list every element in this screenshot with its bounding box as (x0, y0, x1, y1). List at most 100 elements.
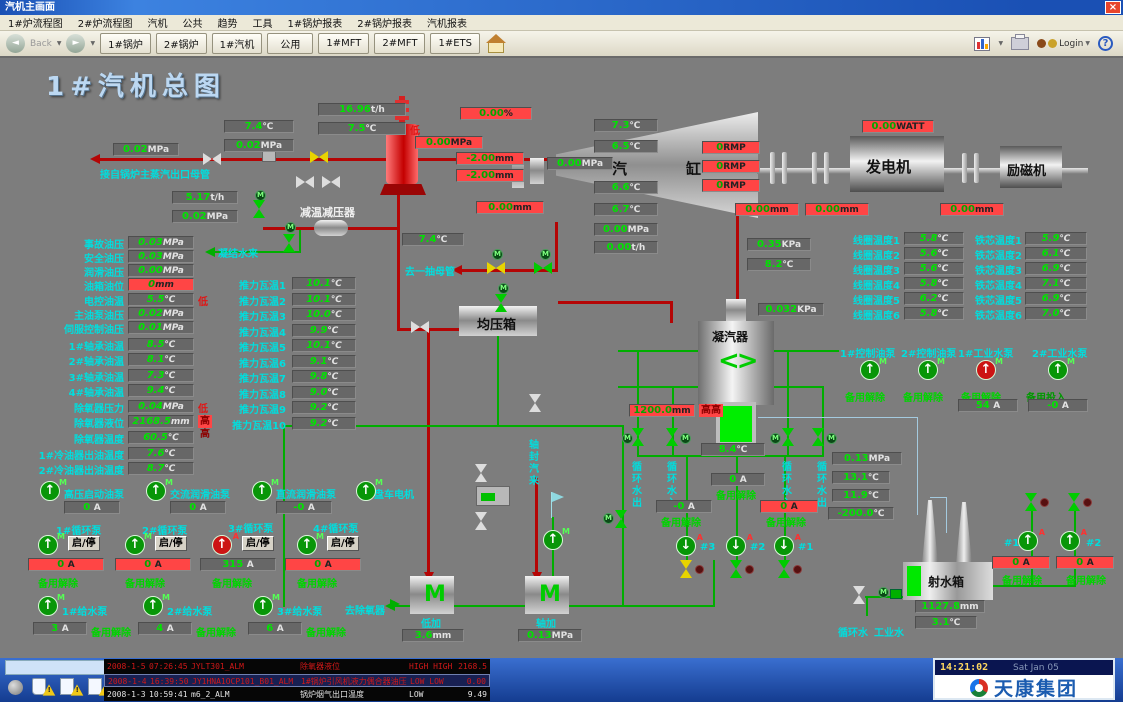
hp-startup-oil-pump[interactable] (40, 481, 60, 501)
gland-exhaust-fan[interactable] (543, 530, 563, 550)
forward-dropdown-icon[interactable]: ▼ (90, 40, 95, 47)
value-box: -200.0℃ (828, 507, 894, 520)
control-oil-pump-2[interactable] (918, 360, 938, 380)
valve-icon[interactable] (529, 394, 541, 412)
motor-valve-icon[interactable]: M (770, 433, 781, 444)
value-box: -0 A (276, 501, 332, 514)
cw-pump-3[interactable] (676, 536, 696, 556)
dc-lube-oil-pump[interactable] (252, 481, 272, 501)
motor-valve-icon[interactable]: M (603, 513, 614, 524)
alarm-row[interactable]: 2008-1-507:26:45JYLT301_ALM除氧器液位HIGH HIG… (104, 660, 490, 673)
menu-item-tools[interactable]: 工具 (253, 15, 273, 30)
main-steam-label: 接自锅炉主蒸汽出口母管 (100, 166, 210, 181)
feed-pump-3[interactable] (253, 596, 273, 616)
tab-turbine1[interactable]: 1#汽机 (212, 33, 263, 54)
tab-ets1[interactable]: 1#ETS (430, 33, 480, 54)
valve-icon[interactable] (1025, 493, 1037, 511)
circ-pump-3[interactable] (212, 535, 232, 555)
valve-icon[interactable] (666, 428, 678, 446)
coupling-icon (962, 153, 967, 183)
valve-icon[interactable] (730, 560, 742, 578)
back-button[interactable]: ◄ (6, 34, 25, 53)
tab-boiler2[interactable]: 2#锅炉 (156, 33, 207, 54)
start-stop-button[interactable]: 启/停 (68, 536, 100, 551)
start-stop-button[interactable]: 启/停 (155, 536, 187, 551)
valve-icon[interactable] (283, 234, 295, 252)
motor-valve-icon[interactable]: M (878, 587, 889, 598)
menu-item-trend[interactable]: 趋势 (218, 15, 238, 30)
menu-item-flow1[interactable]: 1#炉流程图 (8, 15, 63, 30)
pump-id: #2 (750, 542, 765, 553)
ac-lube-oil-pump[interactable] (146, 481, 166, 501)
login-button[interactable]: Login ▼ (1037, 39, 1090, 49)
valve-icon[interactable] (322, 176, 340, 188)
menu-item-report2[interactable]: 2#锅炉报表 (357, 15, 412, 30)
deaerator-label: 去除氧器 (345, 602, 385, 617)
close-icon[interactable]: × (1105, 1, 1121, 14)
motor-valve-icon[interactable]: M (492, 249, 503, 260)
chart-dropdown-icon[interactable]: ▼ (998, 40, 1003, 47)
printer-icon[interactable] (1011, 37, 1029, 50)
circ-pump-2[interactable] (125, 535, 145, 555)
circ-pump-4[interactable] (297, 535, 317, 555)
motor-valve-icon[interactable]: M (285, 222, 296, 233)
alarm-row[interactable]: 2008-1-310:59:41m6_2_ALM锅炉烟气出口温度LOW9.49 (104, 688, 490, 701)
cw-pump-2[interactable] (726, 536, 746, 556)
start-stop-button[interactable]: 启/停 (242, 536, 274, 551)
valve-icon[interactable] (296, 176, 314, 188)
help-icon[interactable]: ? (1098, 36, 1113, 51)
valve-icon[interactable] (782, 428, 794, 446)
valve-icon[interactable] (253, 200, 265, 218)
jet-pump-1[interactable] (1018, 531, 1038, 551)
menu-item-report3[interactable]: 汽机报表 (427, 15, 467, 30)
cw-pump-1[interactable] (774, 536, 794, 556)
valve-icon[interactable] (632, 428, 644, 446)
valve-icon[interactable] (475, 464, 487, 482)
motor-valve-icon[interactable]: M (540, 249, 551, 260)
motor-valve-icon[interactable]: M (680, 433, 691, 444)
tab-mft1[interactable]: 1#MFT (318, 33, 369, 54)
circ-pump-1[interactable] (38, 535, 58, 555)
chart-icon[interactable] (974, 37, 990, 51)
valve-icon[interactable] (310, 151, 328, 163)
menu-item-flow2[interactable]: 2#炉流程图 (78, 15, 133, 30)
forward-button[interactable]: ► (66, 34, 85, 53)
valve-icon[interactable] (475, 512, 487, 530)
industrial-water-pump-2[interactable] (1048, 360, 1068, 380)
start-stop-button[interactable]: 启/停 (327, 536, 359, 551)
menu-item-common[interactable]: 公共 (183, 15, 203, 30)
alarm-row-selected[interactable]: 2008-1-416:39:50JY1HNA1OCP101_B01_ALM1#锅… (104, 674, 490, 687)
valve-icon[interactable] (615, 510, 627, 528)
pump-label: 1#工业水泵 (958, 345, 1013, 360)
valve-icon[interactable] (1068, 493, 1080, 511)
valve-icon[interactable] (203, 153, 221, 165)
valve-icon[interactable] (411, 321, 429, 333)
menu-item-report1[interactable]: 1#锅炉报表 (288, 15, 343, 30)
valve-icon[interactable] (534, 262, 552, 274)
feed-pump-1[interactable] (38, 596, 58, 616)
motor-valve-icon[interactable]: M (498, 283, 509, 294)
tab-common[interactable]: 公用 (267, 33, 313, 54)
turning-gear-motor[interactable] (356, 481, 376, 501)
tab-boiler1[interactable]: 1#锅炉 (100, 33, 151, 54)
valve-icon[interactable] (812, 428, 824, 446)
alarm-value-box: 1200.0mm (629, 404, 695, 417)
pump-label: 直流润滑油泵 (276, 486, 336, 501)
valve-icon[interactable] (853, 586, 865, 604)
valve-icon[interactable] (487, 262, 505, 274)
tab-mft2[interactable]: 2#MFT (374, 33, 425, 54)
motor-valve-icon[interactable]: M (826, 433, 837, 444)
feed-pump-2[interactable] (143, 596, 163, 616)
condensate-label: 凝结水来 (218, 245, 258, 260)
valve-icon[interactable] (680, 560, 692, 578)
home-icon[interactable] (485, 34, 507, 54)
control-oil-pump-1[interactable] (860, 360, 880, 380)
industrial-water-pump-1[interactable] (976, 360, 996, 380)
valve-icon[interactable] (495, 294, 507, 312)
back-dropdown-icon[interactable]: ▼ (57, 40, 62, 47)
value-box: 0.00MPa (547, 157, 613, 170)
jet-pump-2[interactable] (1060, 531, 1080, 551)
mute-icon[interactable] (8, 680, 23, 695)
valve-icon[interactable] (778, 560, 790, 578)
menu-item-turbine[interactable]: 汽机 (148, 15, 168, 30)
